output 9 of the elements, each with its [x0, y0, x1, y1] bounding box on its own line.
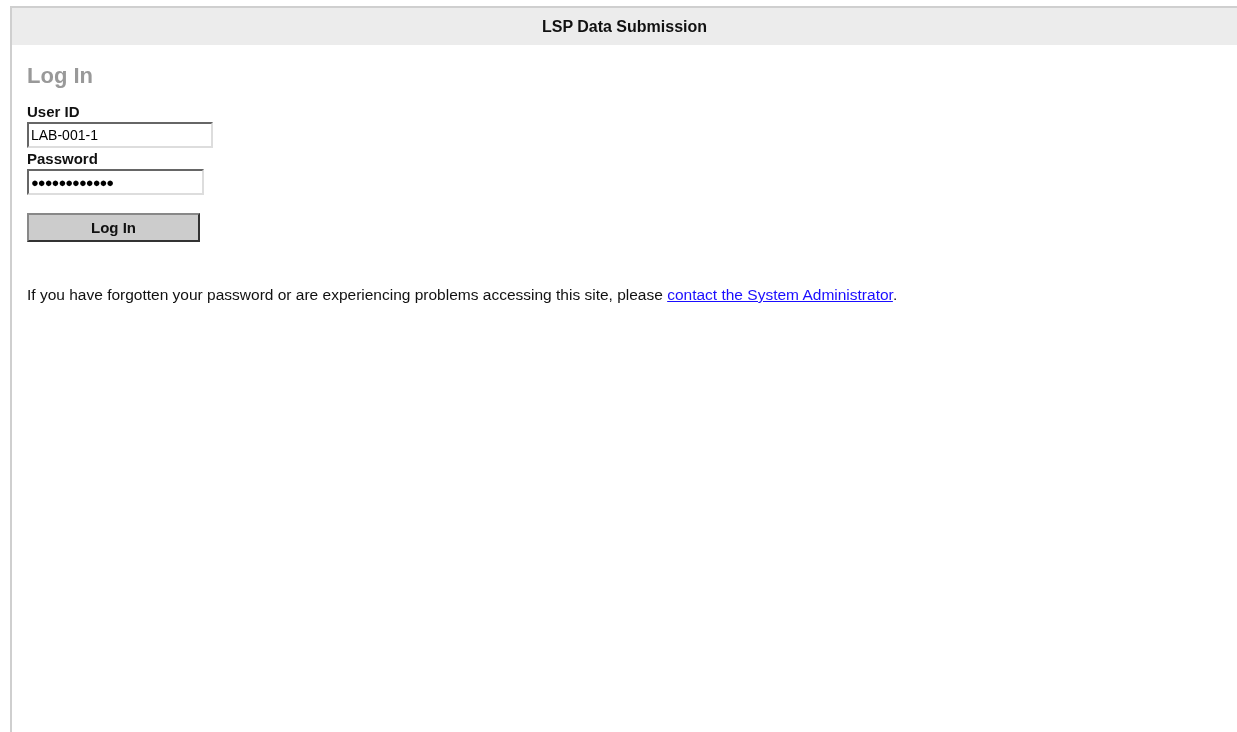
password-field[interactable]: ●●●●●●●●●●●●	[27, 169, 204, 195]
login-button[interactable]: Log In	[27, 213, 200, 242]
login-heading: Log In	[27, 63, 94, 89]
user-id-field[interactable]: LAB-001-1	[27, 122, 213, 148]
help-text: If you have forgotten your password or are experiencing problems accessing this site, please contact the System Administrator.	[27, 286, 899, 304]
field-label: User ID	[27, 103, 80, 120]
contact-link[interactable]: contact the System Administrator	[667, 286, 893, 303]
page-title: LSP Data Submission	[541, 17, 708, 36]
field-label: Password	[27, 150, 98, 167]
